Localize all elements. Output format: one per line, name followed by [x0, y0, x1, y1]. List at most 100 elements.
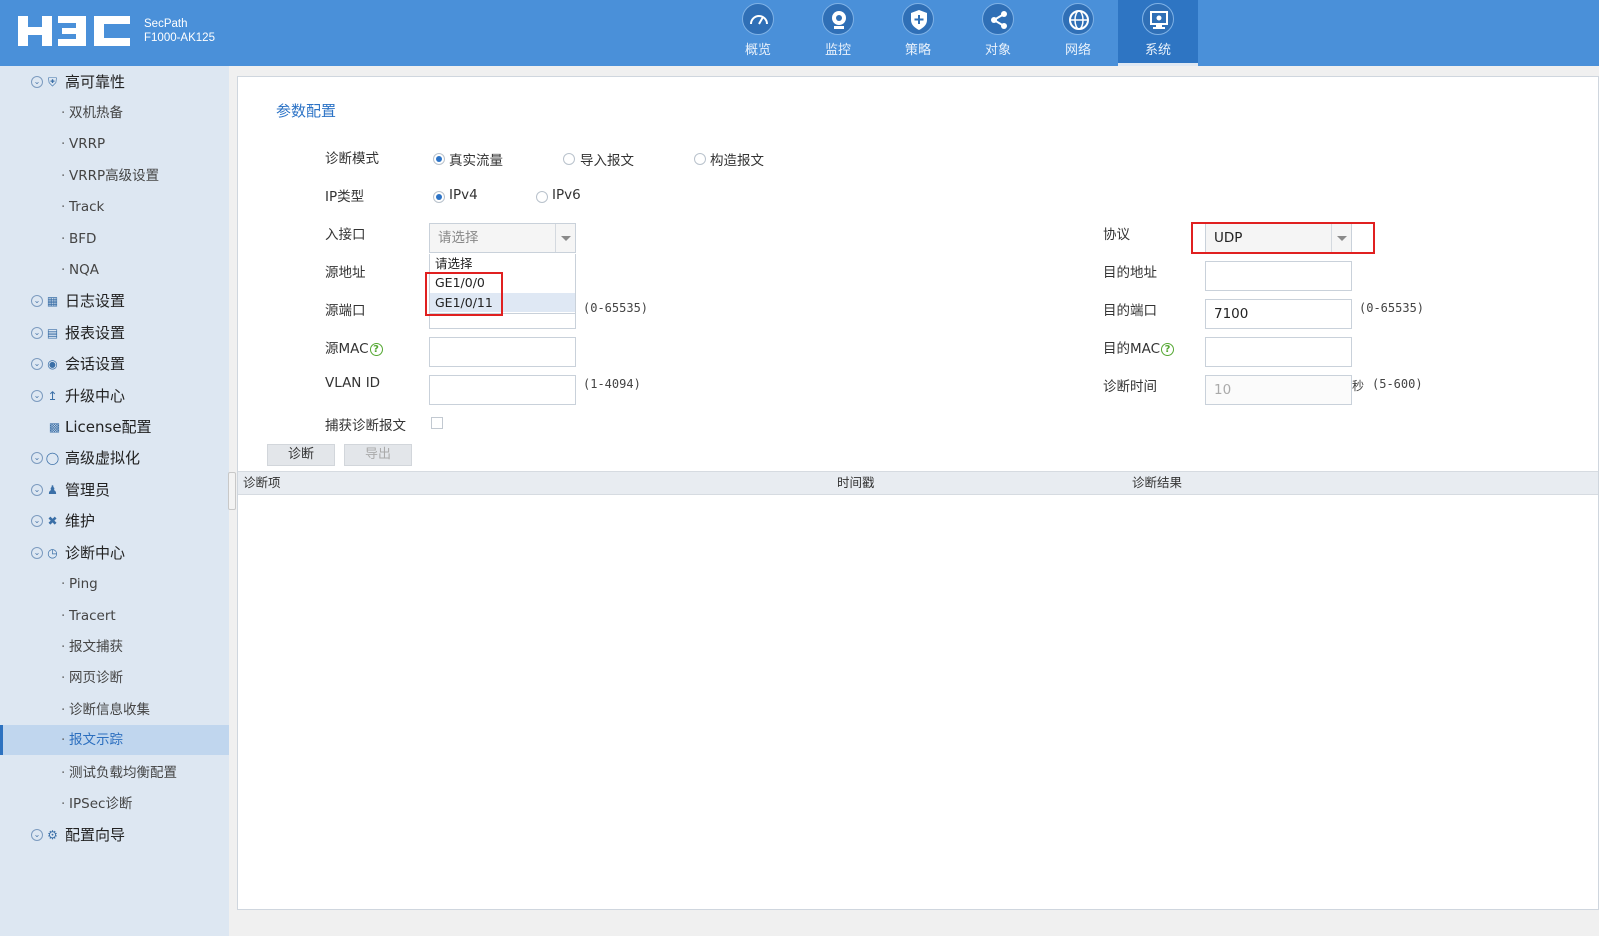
- sidebar-item-advanced-virtualization[interactable]: ⌄ ◯ 高级虚拟化: [0, 443, 229, 473]
- sidebar-item-packet-trace[interactable]: · 报文示踪: [0, 725, 229, 755]
- nav-label: 策略: [904, 43, 931, 58]
- bullet-icon: ·: [61, 576, 66, 592]
- sidebar-item-report-settings[interactable]: ⌄ ▤ 报表设置: [0, 318, 229, 348]
- sidebar-item-diag-info-collection[interactable]: · 诊断信息收集: [0, 695, 229, 725]
- dst-addr-input[interactable]: [1205, 261, 1352, 291]
- sidebar-item-ping[interactable]: · Ping: [0, 569, 229, 599]
- bullet-icon: ·: [61, 639, 66, 655]
- dropdown-option[interactable]: 请选择: [430, 254, 575, 273]
- dst-mac-input[interactable]: [1205, 337, 1352, 367]
- nav-network[interactable]: 网络: [1038, 0, 1118, 66]
- radio-ipv4[interactable]: [433, 191, 445, 203]
- column-header[interactable]: 时间戳: [837, 472, 875, 494]
- vlan-range: (1-4094): [583, 377, 641, 391]
- in-interface-select[interactable]: 请选择: [429, 223, 576, 253]
- sidebar-item-upgrade-center[interactable]: ⌄ ↥ 升级中心: [0, 381, 229, 411]
- sidebar-item-label: 测试负载均衡配置: [69, 765, 177, 781]
- radio-import-packet[interactable]: [563, 153, 575, 165]
- diag-time-input[interactable]: 10: [1205, 375, 1352, 405]
- globe-icon: [1062, 3, 1094, 35]
- sidebar-collapse-handle[interactable]: [228, 472, 236, 510]
- sidebar-item-label: 双机热备: [69, 105, 123, 121]
- product-name: SecPath F1000-AK125: [144, 17, 215, 45]
- sidebar-item-ipsec-diagnosis[interactable]: · IPSec诊断: [0, 789, 229, 819]
- diag-mode-label: 诊断模式: [325, 151, 379, 167]
- sidebar-item-tracert[interactable]: · Tracert: [0, 601, 229, 631]
- sidebar-item-high-availability[interactable]: ⌄ ⛨ 高可靠性: [0, 67, 229, 97]
- expand-icon[interactable]: ⌄: [31, 390, 43, 402]
- collapse-icon[interactable]: ⌄: [31, 547, 43, 559]
- expand-icon[interactable]: ⌄: [31, 829, 43, 841]
- nav-label: 监控: [824, 43, 851, 58]
- diagnose-icon: ◷: [47, 546, 58, 560]
- nav-label: 系统: [1144, 43, 1171, 58]
- bullet-icon: ·: [61, 136, 66, 152]
- sidebar-item-maintenance[interactable]: ⌄ ✖ 维护: [0, 506, 229, 536]
- expand-icon[interactable]: ⌄: [31, 358, 43, 370]
- chevron-down-icon[interactable]: [555, 224, 575, 252]
- sidebar-item-label: BFD: [69, 231, 97, 247]
- gear-icon: ⚙: [47, 828, 58, 842]
- sidebar-item-packet-capture[interactable]: · 报文捕获: [0, 632, 229, 662]
- bullet-icon: ·: [61, 231, 66, 247]
- nav-overview[interactable]: 概览: [718, 0, 798, 66]
- nav-system[interactable]: 系统: [1118, 0, 1198, 66]
- capture-packet-checkbox[interactable]: [431, 417, 443, 429]
- expand-icon[interactable]: ⌄: [31, 327, 43, 339]
- sidebar-item-bfd[interactable]: · BFD: [0, 224, 229, 254]
- expand-icon[interactable]: ⌄: [31, 484, 43, 496]
- radio-construct-packet[interactable]: [694, 153, 706, 165]
- highlight-box: [425, 272, 503, 316]
- sidebar-item-label: VRRP高级设置: [69, 168, 160, 184]
- radio-label: 构造报文: [710, 153, 764, 169]
- sidebar-item-log-settings[interactable]: ⌄ ▦ 日志设置: [0, 286, 229, 316]
- sidebar-item-config-wizard[interactable]: ⌄ ⚙ 配置向导: [0, 820, 229, 850]
- sidebar-item-label: IPSec诊断: [69, 796, 133, 812]
- dst-mac-label: 目的MAC?: [1103, 337, 1175, 357]
- section-title: 参数配置: [276, 102, 337, 120]
- src-mac-label: 源MAC?: [325, 337, 383, 357]
- sidebar-item-vrrp[interactable]: · VRRP: [0, 129, 229, 159]
- expand-icon[interactable]: ⌄: [31, 452, 43, 464]
- sidebar-item-license[interactable]: ▩ License配置: [0, 412, 229, 442]
- top-header: SecPath F1000-AK125 概览 监控 策略 对象 网络 系统: [0, 0, 1599, 66]
- sidebar-item-track[interactable]: · Track: [0, 192, 229, 222]
- export-button[interactable]: 导出: [344, 444, 412, 466]
- sidebar-item-load-balance-test[interactable]: · 测试负载均衡配置: [0, 758, 229, 788]
- sidebar-item-vrrp-advanced[interactable]: · VRRP高级设置: [0, 161, 229, 191]
- virtual-icon: ◯: [45, 451, 60, 465]
- expand-icon[interactable]: ⌄: [31, 515, 43, 527]
- dst-port-range: (0-65535): [1359, 301, 1425, 315]
- radio-ipv6[interactable]: [536, 191, 548, 203]
- sidebar-item-hot-standby[interactable]: · 双机热备: [0, 98, 229, 128]
- column-header[interactable]: 诊断结果: [1132, 472, 1182, 494]
- sidebar-item-diagnostic-center[interactable]: ⌄ ◷ 诊断中心: [0, 538, 229, 568]
- sidebar-item-nqa[interactable]: · NQA: [0, 255, 229, 285]
- sidebar: ⌄ ⛨ 高可靠性 · 双机热备 · VRRP · VRRP高级设置 · Track · B…: [0, 66, 229, 936]
- sidebar-item-label: VRRP: [69, 136, 106, 152]
- log-icon: ▦: [46, 294, 59, 308]
- vlan-id-input[interactable]: [429, 375, 576, 405]
- sidebar-item-label: License配置: [65, 418, 152, 436]
- nav-policy[interactable]: 策略: [878, 0, 958, 66]
- src-port-range: (0-65535): [583, 301, 649, 315]
- help-icon[interactable]: ?: [1161, 343, 1175, 356]
- help-icon[interactable]: ?: [369, 343, 383, 356]
- diagnose-button[interactable]: 诊断: [267, 444, 335, 466]
- nav-monitor[interactable]: 监控: [798, 0, 878, 66]
- dst-addr-label: 目的地址: [1103, 265, 1157, 281]
- sidebar-item-web-diagnosis[interactable]: · 网页诊断: [0, 663, 229, 693]
- src-mac-input[interactable]: [429, 337, 576, 367]
- nav-object[interactable]: 对象: [958, 0, 1038, 66]
- sidebar-item-label: 高可靠性: [65, 73, 126, 91]
- dst-port-input[interactable]: 7100: [1205, 299, 1352, 329]
- wrench-icon: ✖: [47, 514, 58, 528]
- user-icon: ♟: [47, 483, 58, 497]
- expand-icon[interactable]: ⌄: [31, 295, 43, 307]
- sidebar-item-administrator[interactable]: ⌄ ♟ 管理员: [0, 475, 229, 505]
- radio-real-traffic[interactable]: [433, 153, 445, 165]
- collapse-icon[interactable]: ⌄: [31, 76, 43, 88]
- column-header[interactable]: 诊断项: [243, 472, 281, 494]
- dst-mac-text: 目的MAC: [1103, 341, 1161, 357]
- sidebar-item-session-settings[interactable]: ⌄ ◉ 会话设置: [0, 349, 229, 379]
